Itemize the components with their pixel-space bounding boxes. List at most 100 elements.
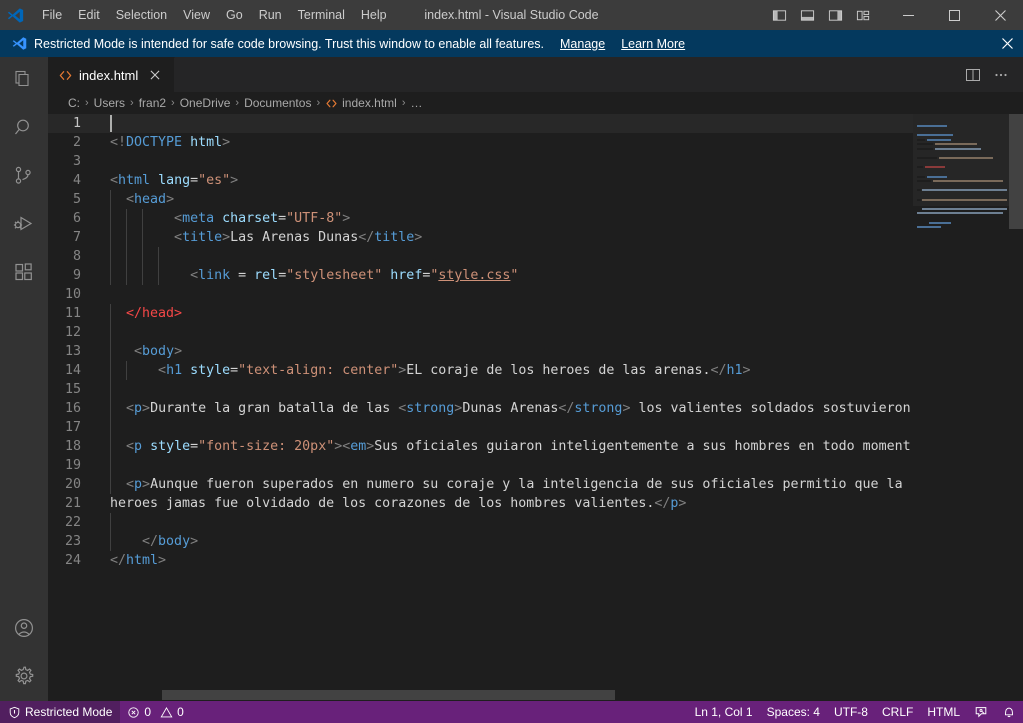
status-cursor-position[interactable]: Ln 1, Col 1 (688, 701, 760, 723)
code-lines[interactable]: 1 2 <!DOCTYPE html> 3 4 <html lang="es"> 5 <he… (48, 114, 913, 570)
banner-manage-link[interactable]: Manage (560, 37, 605, 51)
code-line[interactable]: 14 <h1 style="text-align: center">EL cor… (48, 361, 913, 380)
code-token: title (182, 230, 223, 245)
sidebar-item-source-control[interactable] (0, 153, 48, 201)
code-token: </ (558, 401, 575, 416)
code-line-text (100, 285, 913, 304)
code-line[interactable]: 19 (48, 456, 913, 475)
more-actions-icon[interactable] (987, 57, 1015, 92)
status-indentation[interactable]: Spaces: 4 (760, 701, 827, 723)
indent-guide (110, 456, 111, 475)
toggle-secondary-sidebar-icon[interactable] (821, 0, 849, 30)
window-minimize-button[interactable] (885, 0, 931, 30)
code-line[interactable]: 8 (48, 247, 913, 266)
code-line[interactable]: 21 heroes jamas fue olvidado de los coraz… (48, 494, 913, 513)
indent-guide (126, 209, 128, 228)
code-line[interactable]: 10 (48, 285, 913, 304)
banner-close-icon[interactable] (997, 34, 1017, 54)
code-line[interactable]: 9 <link = rel="stylesheet" href="style.c… (48, 266, 913, 285)
status-eol[interactable]: CRLF (875, 701, 920, 723)
code-token: > (174, 344, 183, 359)
code-line[interactable]: 11 </head> (48, 304, 913, 323)
code-line[interactable]: 16 <p>Durante la gran batalla de las <st… (48, 399, 913, 418)
sidebar-item-explorer[interactable] (0, 57, 48, 105)
code-line[interactable]: 24 </html> (48, 551, 913, 570)
tab-close-icon[interactable] (146, 66, 164, 84)
menu-file[interactable]: File (34, 4, 70, 26)
menu-help[interactable]: Help (353, 4, 395, 26)
minimap[interactable] (913, 114, 1023, 701)
breadcrumb-item-2[interactable]: fran2 (139, 96, 166, 110)
code-scroll-region[interactable]: 1 2 <!DOCTYPE html> 3 4 <html lang="es"> 5 <he… (48, 114, 913, 701)
minimap-line (917, 161, 1007, 164)
code-line[interactable]: 12 (48, 323, 913, 342)
code-line[interactable]: 18 <p style="font-size: 20px"><em>Sus of… (48, 437, 913, 456)
breadcrumb-item-4[interactable]: Documentos (244, 96, 311, 110)
minimap-scrollbar[interactable] (1009, 114, 1023, 229)
code-line[interactable]: 1 (48, 114, 913, 133)
title-bar-right (765, 0, 1023, 30)
window-close-button[interactable] (977, 0, 1023, 30)
code-token: p (134, 477, 143, 492)
shield-icon (8, 706, 21, 719)
status-notifications[interactable] (995, 701, 1023, 723)
breadcrumb-item-3[interactable]: OneDrive (180, 96, 231, 110)
minimap-segment (934, 148, 981, 151)
code-token: lang (158, 173, 191, 188)
code-line[interactable]: 22 (48, 513, 913, 532)
code-token: " (510, 268, 519, 283)
tabs-filler (175, 57, 959, 92)
manage-settings-button[interactable] (0, 653, 48, 701)
status-problems[interactable]: 0 0 (120, 701, 190, 723)
window-maximize-button[interactable] (931, 0, 977, 30)
menu-go[interactable]: Go (218, 4, 251, 26)
menu-run[interactable]: Run (251, 4, 290, 26)
menu-selection[interactable]: Selection (108, 4, 175, 26)
sidebar-item-run-and-debug[interactable] (0, 201, 48, 249)
code-token: </ (110, 553, 127, 568)
toggle-panel-icon[interactable] (793, 0, 821, 30)
sidebar-item-extensions[interactable] (0, 249, 48, 297)
code-token: < (158, 363, 167, 378)
breadcrumb-item-1[interactable]: Users (94, 96, 125, 110)
status-restricted-mode-label: Restricted Mode (25, 705, 113, 719)
breadcrumb-item-0[interactable]: C: (68, 96, 80, 110)
menu-edit[interactable]: Edit (70, 4, 108, 26)
vscode-logo-icon (0, 0, 30, 30)
minimap-line (917, 212, 1007, 215)
status-language-mode[interactable]: HTML (920, 701, 967, 723)
toggle-primary-sidebar-icon[interactable] (765, 0, 793, 30)
code-line[interactable]: 2 <!DOCTYPE html> (48, 133, 913, 152)
banner-learn-more-link[interactable]: Learn More (621, 37, 685, 51)
code-line[interactable]: 20 <p>Aunque fueron superados en numero … (48, 475, 913, 494)
customize-layout-icon[interactable] (849, 0, 877, 30)
code-token: </ (142, 534, 159, 549)
horizontal-scrollbar[interactable] (48, 689, 803, 701)
code-line[interactable]: 3 (48, 152, 913, 171)
menu-view[interactable]: View (175, 4, 218, 26)
horizontal-scrollbar-thumb[interactable] (162, 690, 615, 700)
code-line[interactable]: 7 <title>Las Arenas Dunas</title> (48, 228, 913, 247)
code-line[interactable]: 15 (48, 380, 913, 399)
tab-index-html[interactable]: index.html (48, 57, 176, 92)
code-token: > (142, 477, 151, 492)
breadcrumb-item-6[interactable]: … (411, 96, 423, 110)
breadcrumb-item-5[interactable]: index.html (325, 96, 397, 110)
sidebar-item-search[interactable] (0, 105, 48, 153)
menu-terminal[interactable]: Terminal (290, 4, 353, 26)
code-line[interactable]: 5 <head> (48, 190, 913, 209)
code-line[interactable]: 6 <meta charset="UTF-8"> (48, 209, 913, 228)
minimap-line (917, 171, 1007, 174)
status-feedback[interactable] (967, 701, 995, 723)
status-restricted-mode[interactable]: Restricted Mode (0, 701, 121, 723)
status-encoding[interactable]: UTF-8 (827, 701, 875, 723)
code-line[interactable]: 13 <body> (48, 342, 913, 361)
code-line[interactable]: 17 (48, 418, 913, 437)
code-line[interactable]: 23 </body> (48, 532, 913, 551)
code-line[interactable]: 4 <html lang="es"> (48, 171, 913, 190)
code-token: > (414, 230, 423, 245)
code-token: Dunas Arenas (462, 401, 559, 416)
accounts-button[interactable] (0, 605, 48, 653)
split-editor-right-icon[interactable] (959, 57, 987, 92)
